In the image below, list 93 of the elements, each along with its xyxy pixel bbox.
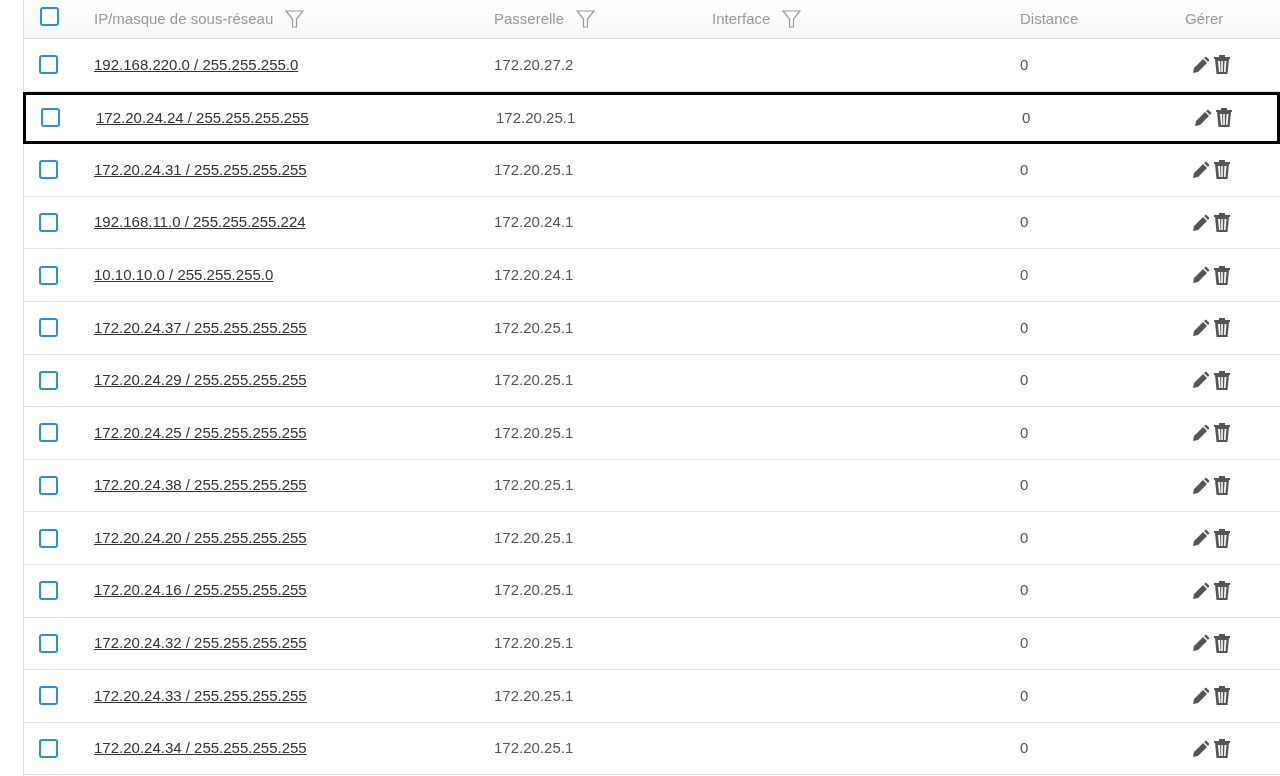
- column-header: IP/masque de sous-réseau: [94, 8, 274, 29]
- pencil-icon[interactable]: [1192, 161, 1210, 179]
- network-link[interactable]: 172.20.24.29 / 255.255.255.255: [94, 371, 307, 389]
- pencil-icon[interactable]: [1192, 476, 1210, 495]
- trash-icon[interactable]: [1214, 213, 1230, 233]
- pencil-icon[interactable]: [1192, 686, 1210, 705]
- distance-cell: 0: [1020, 476, 1029, 494]
- gateway-cell: 172.20.25.1: [494, 318, 574, 336]
- checkbox[interactable]: [39, 686, 58, 706]
- distance-cell: 0: [1020, 686, 1029, 704]
- network-link[interactable]: 172.20.24.38 / 255.255.255.255: [94, 476, 307, 494]
- distance-cell: 0: [1020, 423, 1029, 441]
- column-header: Distance: [1020, 8, 1079, 29]
- pencil-icon[interactable]: [1192, 266, 1210, 285]
- network-link[interactable]: 192.168.11.0 / 255.255.255.224: [94, 213, 306, 231]
- checkbox[interactable]: [39, 318, 58, 338]
- pencil-icon[interactable]: [1192, 371, 1210, 390]
- checkbox[interactable]: [39, 633, 58, 653]
- network-link[interactable]: 172.20.24.20 / 255.255.255.255: [94, 528, 307, 546]
- network-link[interactable]: 172.20.24.37 / 255.255.255.255: [94, 318, 307, 336]
- distance-cell: 0: [1020, 160, 1029, 178]
- column-header: Passerelle: [494, 8, 565, 29]
- checkbox[interactable]: [39, 265, 58, 285]
- trash-icon[interactable]: [1214, 265, 1230, 285]
- pencil-icon[interactable]: [1192, 55, 1210, 74]
- trash-icon[interactable]: [1214, 686, 1230, 706]
- gateway-cell: 172.20.24.1: [494, 265, 574, 283]
- trash-icon[interactable]: [1214, 633, 1230, 653]
- distance-cell: 0: [1020, 265, 1029, 283]
- trash-icon[interactable]: [1214, 423, 1230, 443]
- gateway-cell: 172.20.25.1: [494, 423, 574, 441]
- gateway-cell: 172.20.25.1: [494, 581, 574, 599]
- gateway-cell: 172.20.25.1: [494, 528, 574, 546]
- filter-icon[interactable]: [285, 9, 305, 29]
- pencil-icon[interactable]: [1192, 581, 1210, 600]
- gateway-cell: 172.20.27.2: [494, 55, 574, 73]
- network-link[interactable]: 172.20.24.34 / 255.255.255.255: [94, 739, 307, 757]
- distance-cell: 0: [1020, 318, 1029, 336]
- gateway-cell: 172.20.25.1: [494, 371, 574, 389]
- checkbox[interactable]: [39, 55, 58, 75]
- checkbox[interactable]: [40, 7, 59, 26]
- network-link[interactable]: 192.168.220.0 / 255.255.255.0: [94, 55, 299, 73]
- gateway-cell: 172.20.25.1: [494, 476, 574, 494]
- network-link[interactable]: 10.10.10.0 / 255.255.255.0: [94, 265, 274, 283]
- filter-icon[interactable]: [576, 9, 596, 29]
- trash-icon[interactable]: [1214, 370, 1230, 390]
- network-link[interactable]: 172.20.24.31 / 255.255.255.255: [94, 160, 307, 178]
- pencil-icon[interactable]: [1192, 423, 1210, 442]
- checkbox[interactable]: [39, 739, 58, 758]
- gateway-cell: 172.20.25.1: [494, 634, 574, 652]
- checkbox[interactable]: [39, 423, 58, 443]
- distance-cell: 0: [1020, 528, 1029, 546]
- checkbox[interactable]: [39, 476, 58, 496]
- checkbox[interactable]: [39, 528, 58, 548]
- network-link[interactable]: 172.20.24.32 / 255.255.255.255: [94, 634, 307, 652]
- gateway-cell: 172.20.25.1: [494, 160, 574, 178]
- pencil-icon[interactable]: [1192, 318, 1210, 337]
- pencil-icon[interactable]: [1192, 529, 1210, 548]
- pencil-icon[interactable]: [1194, 108, 1212, 127]
- trash-icon[interactable]: [1214, 318, 1230, 338]
- column-header: Gérer: [1185, 8, 1224, 29]
- gateway-cell: 172.20.24.1: [494, 213, 574, 231]
- pencil-icon[interactable]: [1192, 213, 1210, 232]
- distance-cell: 0: [1020, 371, 1029, 389]
- distance-cell: 0: [1020, 55, 1029, 73]
- checkbox[interactable]: [39, 581, 58, 601]
- trash-icon[interactable]: [1214, 476, 1230, 496]
- trash-icon[interactable]: [1214, 528, 1230, 548]
- distance-cell: 0: [1022, 108, 1031, 126]
- pencil-icon[interactable]: [1192, 634, 1210, 653]
- network-link[interactable]: 172.20.24.33 / 255.255.255.255: [94, 686, 307, 704]
- filter-icon[interactable]: [782, 9, 802, 29]
- trash-icon[interactable]: [1214, 739, 1230, 758]
- column-header: Interface: [712, 8, 771, 29]
- network-link[interactable]: 172.20.24.16 / 255.255.255.255: [94, 581, 307, 599]
- gateway-cell: 172.20.25.1: [494, 739, 574, 757]
- gateway-cell: 172.20.25.1: [494, 686, 574, 704]
- distance-cell: 0: [1020, 739, 1029, 757]
- pencil-icon[interactable]: [1192, 739, 1210, 758]
- trash-icon[interactable]: [1214, 581, 1230, 601]
- trash-icon[interactable]: [1216, 108, 1232, 128]
- checkbox[interactable]: [39, 160, 58, 180]
- distance-cell: 0: [1020, 213, 1029, 231]
- network-link[interactable]: 172.20.24.25 / 255.255.255.255: [94, 423, 307, 441]
- checkbox[interactable]: [39, 213, 58, 233]
- network-link[interactable]: 172.20.24.24 / 255.255.255.255: [96, 108, 309, 126]
- checkbox[interactable]: [41, 108, 60, 128]
- trash-icon[interactable]: [1214, 55, 1230, 75]
- gateway-cell: 172.20.25.1: [496, 108, 576, 126]
- trash-icon[interactable]: [1214, 160, 1230, 180]
- distance-cell: 0: [1020, 581, 1029, 599]
- distance-cell: 0: [1020, 634, 1029, 652]
- checkbox[interactable]: [39, 370, 58, 390]
